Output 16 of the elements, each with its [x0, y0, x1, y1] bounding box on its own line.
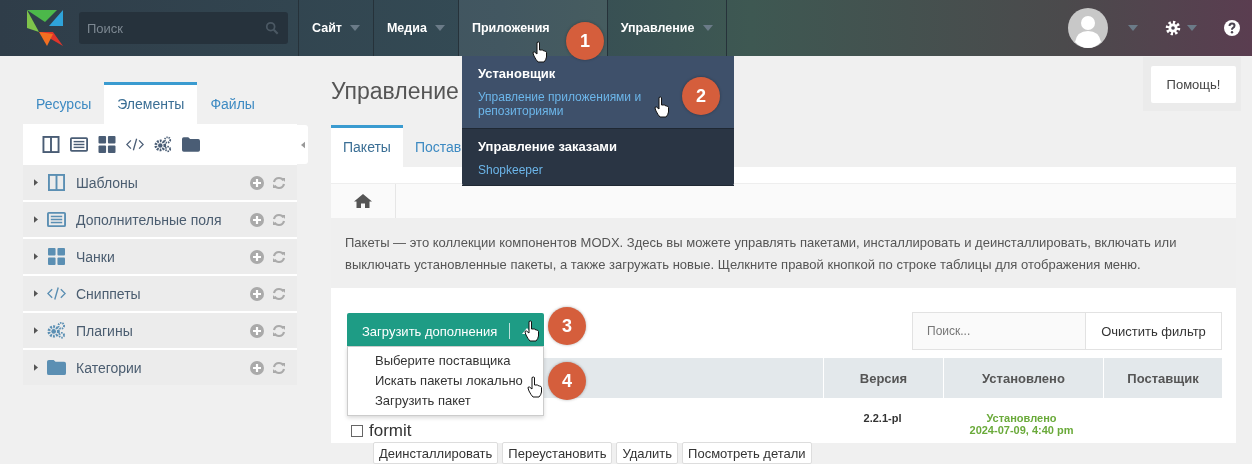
tree-item-label: Плагины — [76, 322, 134, 339]
status-text: Установлено — [986, 412, 1057, 424]
tree-item-label: Чанки — [76, 248, 116, 265]
page-title: Управление — [331, 78, 459, 106]
tree-item-label: Шаблоны — [76, 174, 139, 191]
table-cell-text: 2.2.1-pl — [862, 411, 903, 426]
description-text: Пакеты — это коллекции компонентов MODX. Здесь вы можете управлять пакетами, инсталлировать и деинсталлировать, включать или выключать установленные пакеты, а также загружать новые. Щелкните правой кнопкой по строке таблицы для отображения меню. — [331, 218, 1236, 288]
menu-item-title: Установщик — [478, 66, 557, 81]
install-date: 2024-07-09, 4:40 pm — [969, 424, 1074, 436]
tree-item-label: Категории — [76, 359, 143, 376]
tree-item-label: Сниппеты — [76, 285, 142, 302]
menu-item-title: Управление заказами — [478, 139, 618, 154]
package-name: formit — [369, 421, 412, 441]
menu-item-description: Shopkeeper — [478, 163, 544, 177]
tree-item-label: Дополнительные поля — [76, 211, 223, 228]
menu-item-description: Управление приложениями и репозиториями — [478, 90, 643, 118]
